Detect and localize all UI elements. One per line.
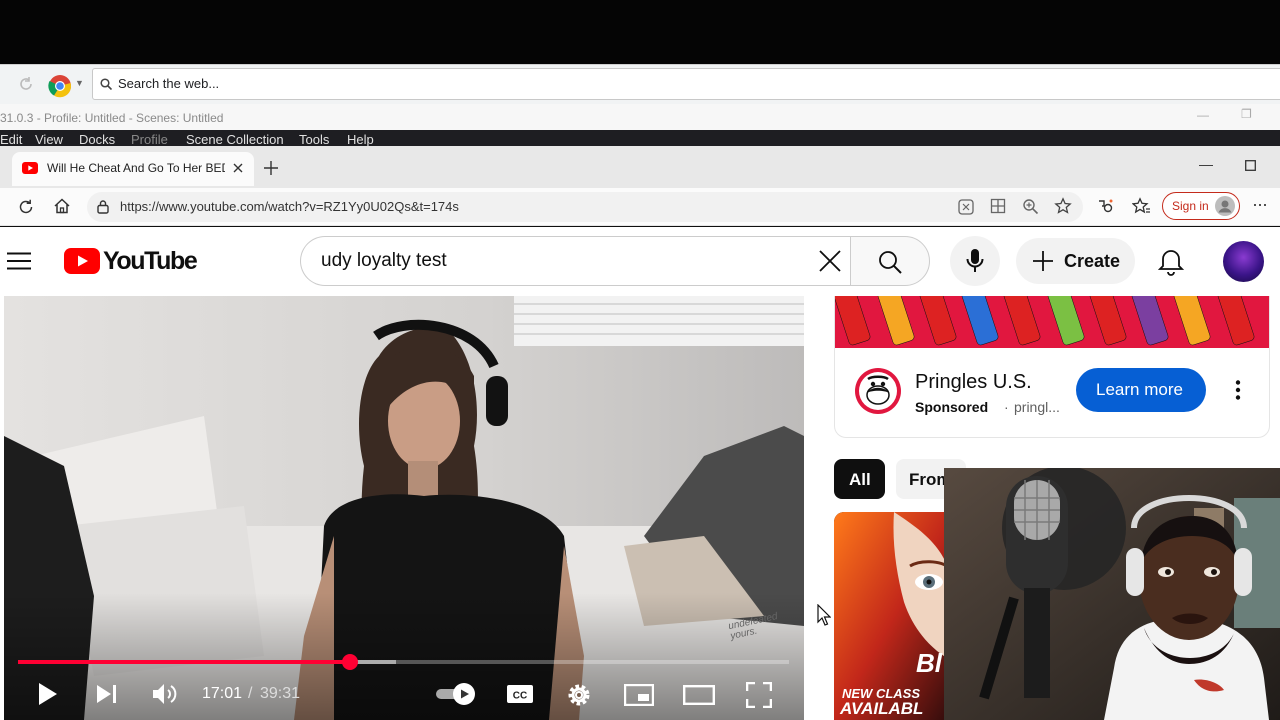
svg-text:CC: CC	[513, 691, 527, 702]
obs-minimize-icon[interactable]: —	[1197, 108, 1209, 122]
reload-icon[interactable]	[18, 76, 34, 92]
chrome-logo-icon[interactable]	[48, 74, 72, 98]
video-frame	[4, 296, 804, 720]
recommended-video-thumbnail[interactable]: Bl NEW CLASS AVAILABL	[834, 512, 954, 720]
thumbnail-line2: AVAILABL	[840, 699, 924, 718]
theater-mode-icon[interactable]	[683, 685, 715, 705]
video-player[interactable]: undefeated yours. 17:01 / 39:31 CC	[4, 296, 804, 720]
youtube-favicon-icon	[22, 162, 38, 174]
sponsored-label: Sponsored	[915, 399, 989, 415]
chip-all-label: All	[849, 470, 871, 489]
read-aloud-icon[interactable]	[957, 198, 975, 216]
more-menu-icon[interactable]: ···	[1252, 194, 1268, 215]
window-maximize-icon[interactable]	[1245, 160, 1256, 171]
refresh-icon[interactable]	[17, 198, 35, 216]
ad-domain: pringl...	[1014, 399, 1060, 415]
profile-avatar-icon	[1215, 196, 1235, 216]
progress-played	[18, 660, 350, 664]
settings-gear-icon[interactable]	[566, 682, 592, 708]
lock-icon[interactable]	[96, 199, 110, 214]
microphone-icon	[965, 248, 985, 274]
search-query: udy loyalty test	[321, 250, 447, 271]
search-icon	[878, 250, 902, 274]
progress-bar[interactable]	[18, 654, 789, 670]
notifications-bell-icon[interactable]	[1158, 248, 1184, 276]
create-label: Create	[1064, 251, 1121, 271]
advertiser-name[interactable]: Pringles U.S.	[915, 371, 1032, 394]
menu-profile[interactable]: Profile	[131, 133, 168, 147]
hamburger-menu-icon[interactable]	[7, 252, 31, 270]
thumbnail-mark: Bl	[916, 648, 942, 678]
desktop-top-band	[0, 0, 1280, 64]
menu-edit[interactable]: Edit	[0, 133, 22, 147]
ad-dot-separator: ·	[1004, 399, 1009, 415]
pringles-logo[interactable]	[854, 367, 902, 415]
new-tab-icon[interactable]	[263, 160, 279, 176]
volume-icon[interactable]	[152, 683, 180, 705]
progress-scrubber[interactable]	[341, 654, 358, 670]
youtube-logo-text: YouTube	[103, 247, 198, 275]
favorite-star-icon[interactable]	[1054, 197, 1072, 215]
time-current: 17:01	[202, 685, 243, 702]
create-button[interactable]: Create	[1016, 238, 1135, 284]
menu-docks[interactable]: Docks	[79, 133, 115, 147]
search-icon	[100, 78, 112, 90]
miniplayer-icon[interactable]	[624, 684, 654, 706]
tab-close-icon[interactable]	[233, 163, 243, 173]
learn-more-label: Learn more	[1096, 380, 1183, 399]
plus-icon	[1032, 250, 1054, 272]
window-minimize-icon[interactable]: —	[1199, 156, 1213, 172]
apps-icon[interactable]	[990, 198, 1006, 214]
url-text: https://www.youtube.com/watch?v=RZ1Yy0U0…	[120, 199, 459, 214]
ad-banner-image	[835, 296, 1269, 348]
url-field[interactable]: https://www.youtube.com/watch?v=RZ1Yy0U0…	[87, 192, 1083, 222]
learn-more-button[interactable]: Learn more	[1076, 368, 1206, 412]
obs-menu-bar: Edit View Docks Profile Scene Collection…	[0, 130, 1280, 147]
youtube-search-button[interactable]	[850, 236, 930, 286]
clear-search-icon[interactable]	[819, 250, 841, 272]
menu-scene-collection[interactable]: Scene Collection	[186, 133, 284, 147]
mouse-cursor-icon	[817, 604, 831, 626]
sign-in-button[interactable]: Sign in	[1162, 192, 1240, 220]
zoom-icon[interactable]	[1022, 198, 1039, 215]
home-icon[interactable]	[53, 197, 71, 215]
sponsored-ad-card[interactable]: Pringles U.S. Sponsored · pringl... Lear…	[834, 296, 1270, 438]
outer-search-input[interactable]: Search the web...	[92, 68, 1280, 100]
obs-restore-icon[interactable]: ❐	[1241, 107, 1252, 121]
chevron-down-icon[interactable]: ▼	[75, 78, 84, 88]
extensions-icon[interactable]	[1097, 197, 1115, 215]
ad-more-options-icon[interactable]	[1235, 380, 1241, 400]
favorites-icon[interactable]	[1132, 197, 1151, 215]
obs-title: 31.0.3 - Profile: Untitled - Scenes: Unt…	[0, 111, 224, 125]
menu-view[interactable]: View	[35, 133, 63, 147]
account-avatar[interactable]	[1223, 241, 1264, 282]
time-total: 39:31	[260, 685, 301, 702]
voice-search-button[interactable]	[950, 236, 1000, 286]
time-separator: /	[248, 685, 253, 702]
youtube-search-input[interactable]: udy loyalty test	[300, 236, 851, 286]
outer-search-placeholder: Search the web...	[118, 76, 220, 91]
play-icon[interactable]	[38, 682, 58, 706]
menu-tools[interactable]: Tools	[299, 133, 329, 147]
fullscreen-icon[interactable]	[746, 682, 772, 708]
menu-help[interactable]: Help	[347, 133, 374, 147]
obs-title-bar: 31.0.3 - Profile: Untitled - Scenes: Unt…	[0, 104, 1280, 130]
webcam-overlay	[944, 468, 1280, 720]
next-video-icon[interactable]	[96, 684, 118, 704]
subtitles-icon[interactable]: CC	[506, 684, 534, 704]
tab-title: Will He Cheat And Go To Her BED	[47, 161, 225, 175]
autoplay-toggle-icon[interactable]	[434, 682, 478, 706]
sign-in-label: Sign in	[1172, 199, 1209, 213]
chip-all[interactable]: All	[834, 459, 885, 499]
webcam-feed	[944, 468, 1280, 720]
browser-tab[interactable]: Will He Cheat And Go To Her BED	[12, 152, 254, 186]
